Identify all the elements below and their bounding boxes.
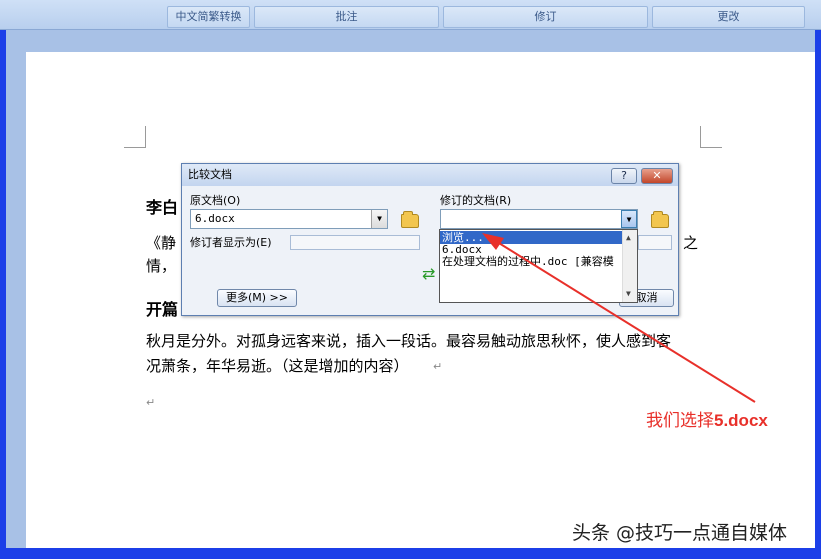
annotation-arrow-head bbox=[482, 233, 504, 250]
annotation-prefix: 我们选择 bbox=[646, 411, 714, 431]
annotation-text: 我们选择5.docx bbox=[646, 406, 768, 431]
watermark: 头条 @技巧一点通自媒体 bbox=[572, 522, 788, 544]
annotation-arrow-line bbox=[493, 239, 756, 403]
annotation-arrow bbox=[482, 233, 756, 403]
annotation-emphasis: 5.docx bbox=[714, 411, 768, 430]
